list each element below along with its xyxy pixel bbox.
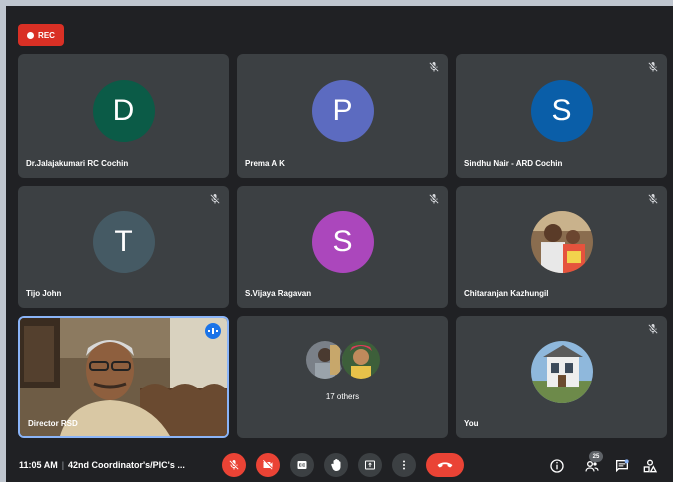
participant-name: Tijo John (26, 289, 62, 298)
clock-time: 11:05 AM (19, 460, 58, 470)
record-dot-icon (27, 31, 35, 39)
avatar: P (311, 80, 374, 143)
mic-off-icon (648, 194, 658, 204)
participant-name: Chitaranjan Kazhungil (464, 289, 549, 298)
separator: | (61, 460, 65, 470)
participant-tile[interactable]: D Dr.Jalajakumari RC Cochin (18, 54, 229, 178)
participant-tile[interactable]: S Sindhu Nair - ARD Cochin (456, 54, 667, 178)
participant-name: Director RSD (28, 419, 78, 428)
others-tile[interactable]: 17 others (237, 316, 448, 438)
participant-name: S.Vijaya Ragavan (245, 289, 312, 298)
participant-name: Sindhu Nair - ARD Cochin (464, 159, 563, 168)
participant-tile-active[interactable]: Director RSD (18, 316, 229, 438)
hang-up-icon (437, 462, 453, 468)
recording-label: REC (38, 30, 55, 40)
avatar: T (92, 211, 155, 274)
meet-window: REC D Dr.Jalajakumari RC Cochin P Prema … (6, 6, 673, 482)
self-tile[interactable]: You (456, 316, 667, 438)
speaking-indicator-icon (205, 323, 221, 339)
mic-off-icon (429, 62, 439, 72)
activities-icon[interactable] (642, 458, 658, 474)
more-options-button[interactable] (392, 453, 416, 477)
hand-icon (331, 459, 341, 471)
participant-tile[interactable]: T Tijo John (18, 186, 229, 308)
more-vert-icon (403, 460, 405, 470)
avatar: D (92, 80, 155, 143)
leave-call-button[interactable] (426, 453, 464, 477)
avatar: S (530, 80, 593, 143)
camera-off-icon (263, 460, 273, 470)
profile-photo (530, 211, 593, 274)
mic-off-icon (429, 194, 439, 204)
mic-off-icon (229, 460, 239, 470)
meeting-details-icon[interactable] (549, 458, 565, 474)
participant-tile[interactable]: S S.Vijaya Ragavan (237, 186, 448, 308)
mic-off-icon (210, 194, 220, 204)
profile-photo (530, 341, 593, 404)
participant-name: Dr.Jalajakumari RC Cochin (26, 159, 129, 168)
avatar: S (311, 211, 374, 274)
meeting-title[interactable]: 42nd Coordinator's/PIC's ... (68, 460, 185, 470)
camera-toggle-button[interactable] (256, 453, 280, 477)
chat-icon[interactable] (614, 458, 630, 474)
participant-name: Prema A K (245, 159, 285, 168)
participant-tile[interactable]: P Prema A K (237, 54, 448, 178)
present-screen-button[interactable] (358, 453, 382, 477)
participant-name: You (464, 419, 479, 428)
participant-photo (339, 338, 382, 381)
mic-toggle-button[interactable] (222, 453, 246, 477)
bottom-toolbar: 11:05 AM | 42nd Coordinator's/PIC's ... 25 (6, 450, 673, 482)
participant-tile[interactable]: Chitaranjan Kazhungil (456, 186, 667, 308)
others-count-label: 17 others (325, 392, 360, 401)
meeting-info: 11:05 AM | 42nd Coordinator's/PIC's ... (19, 460, 185, 470)
raise-hand-button[interactable] (324, 453, 348, 477)
others-avatars (303, 338, 382, 381)
captions-button[interactable] (290, 453, 314, 477)
participant-count-badge: 25 (589, 451, 603, 462)
mic-off-icon (648, 324, 658, 334)
captions-icon (297, 461, 307, 469)
recording-badge: REC (18, 24, 64, 46)
present-icon (365, 460, 375, 470)
mic-off-icon (648, 62, 658, 72)
